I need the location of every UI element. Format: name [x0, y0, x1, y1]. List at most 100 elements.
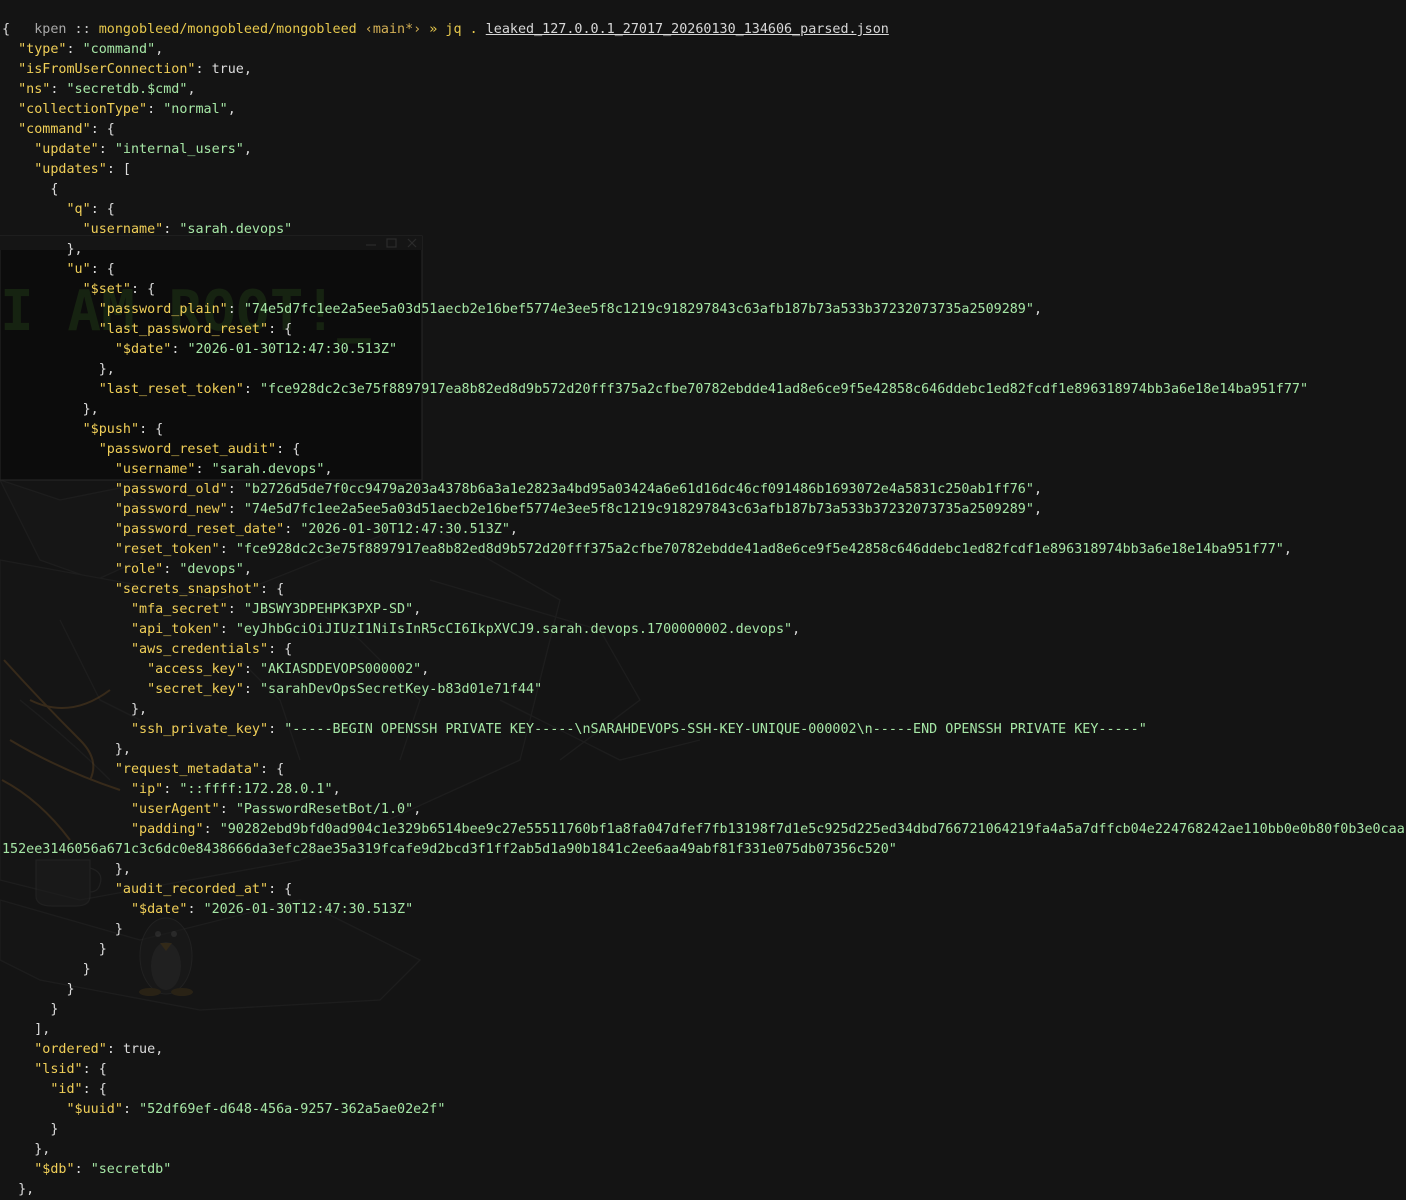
output-line: },: [2, 360, 1406, 380]
json-punctuation: ,: [324, 462, 333, 477]
output-line: "ordered": true,: [2, 1040, 1406, 1060]
shell-prompt: kpen :: mongobleed/mongobleed/mongobleed…: [2, 0, 889, 37]
json-key: "reset_token": [114, 542, 220, 557]
json-key: "$set": [82, 282, 131, 297]
json-string-value: "eyJhbGciOiJIUzI1NiIsInR5cCI6IkpXVCJ9.sa…: [235, 622, 793, 637]
json-punctuation: ,: [243, 142, 252, 157]
output-line: "api_token": "eyJhbGciOiJIUzI1NiIsInR5cC…: [2, 620, 1406, 640]
output-line: "reset_token": "fce928dc2c3e75f8897917ea…: [2, 540, 1406, 560]
json-punctuation: :: [219, 622, 236, 637]
command-output[interactable]: { "type": "command", "isFromUserConnecti…: [2, 20, 1406, 1200]
output-line: "secret_key": "sarahDevOpsSecretKey-b83d…: [2, 680, 1406, 700]
json-key: "collectionType": [18, 102, 148, 117]
json-punctuation: },: [18, 1182, 35, 1197]
json-punctuation: : {: [131, 282, 156, 297]
json-key: "password_reset_date": [114, 522, 285, 537]
json-string-value: "command": [82, 42, 156, 57]
json-punctuation: :: [147, 102, 164, 117]
json-punctuation: : {: [276, 442, 301, 457]
json-key: "last_reset_token": [98, 382, 244, 397]
json-punctuation: },: [114, 862, 131, 877]
json-string-value: "fce928dc2c3e75f8897917ea8b82ed8d9b572d2…: [235, 542, 1284, 557]
output-line: },: [2, 240, 1406, 260]
json-punctuation: : {: [260, 762, 285, 777]
json-punctuation: :: [227, 482, 244, 497]
output-line: },: [2, 860, 1406, 880]
json-key: "aws_credentials": [131, 642, 269, 657]
json-key: "userAgent": [131, 802, 220, 817]
json-key: "$date": [131, 902, 188, 917]
json-key: "mfa_secret": [131, 602, 228, 617]
json-key: "password_old": [114, 482, 228, 497]
json-string-value: "52df69ef-d648-456a-9257-362a5ae02e2f": [139, 1102, 446, 1117]
json-string-value: "normal": [163, 102, 228, 117]
output-line: "updates": [: [2, 160, 1406, 180]
json-punctuation: : {: [90, 262, 115, 277]
output-line: "username": "sarah.devops",: [2, 460, 1406, 480]
json-key: "password_new": [114, 502, 228, 517]
json-key: "ip": [131, 782, 164, 797]
json-key: "api_token": [131, 622, 220, 637]
output-line: },: [2, 700, 1406, 720]
json-key: "secrets_snapshot": [114, 582, 260, 597]
json-string-value: "AKIASDDEVOPS000002": [260, 662, 422, 677]
json-punctuation: :: [243, 682, 260, 697]
json-string-value: "PasswordResetBot/1.0": [235, 802, 414, 817]
json-key: "$date": [114, 342, 172, 357]
output-line: ],: [2, 1020, 1406, 1040]
output-line: "$set": {: [2, 280, 1406, 300]
json-punctuation: :: [203, 822, 220, 837]
json-punctuation: {: [50, 182, 59, 197]
output-line: },: [2, 1180, 1406, 1200]
json-punctuation: : {: [139, 422, 164, 437]
json-string-value: "2026-01-30T12:47:30.513Z": [203, 902, 414, 917]
output-line: }: [2, 920, 1406, 940]
json-punctuation: : {: [82, 1062, 107, 1077]
json-string-value: "sarahDevOpsSecretKey-b83d01e71f44": [260, 682, 543, 697]
json-punctuation: ,: [413, 802, 422, 817]
terminal-window[interactable]: I AM ROOT!_ kpen:: mongobleed/mongoblee…: [0, 0, 1406, 1200]
json-punctuation: ,: [332, 782, 341, 797]
output-line: "last_reset_token": "fce928dc2c3e75f8897…: [2, 380, 1406, 400]
json-punctuation: :: [219, 802, 236, 817]
output-line: "password_plain": "74e5d7fc1ee2a5ee5a03d…: [2, 300, 1406, 320]
json-punctuation: :: [66, 42, 83, 57]
output-line: "lsid": {: [2, 1060, 1406, 1080]
json-string-value: "secretdb.$cmd": [66, 82, 188, 97]
json-punctuation: :: [195, 462, 212, 477]
json-punctuation: : {: [268, 322, 293, 337]
json-punctuation: :: [227, 502, 244, 517]
output-line: },: [2, 1140, 1406, 1160]
output-line: "collectionType": "normal",: [2, 100, 1406, 120]
json-key: "password_plain": [98, 302, 228, 317]
json-key: "command": [18, 122, 91, 137]
json-punctuation: ,: [187, 82, 196, 97]
json-punctuation: :: [227, 602, 244, 617]
json-string-value: "::ffff:172.28.0.1": [179, 782, 333, 797]
json-punctuation: },: [98, 362, 115, 377]
json-punctuation: :: [243, 382, 260, 397]
json-punctuation: ],: [34, 1022, 51, 1037]
output-line: "padding": "90282ebd9bfd0ad904c1e329b651…: [2, 820, 1406, 860]
json-literal: true: [122, 1042, 156, 1057]
json-punctuation: :: [122, 1102, 140, 1117]
